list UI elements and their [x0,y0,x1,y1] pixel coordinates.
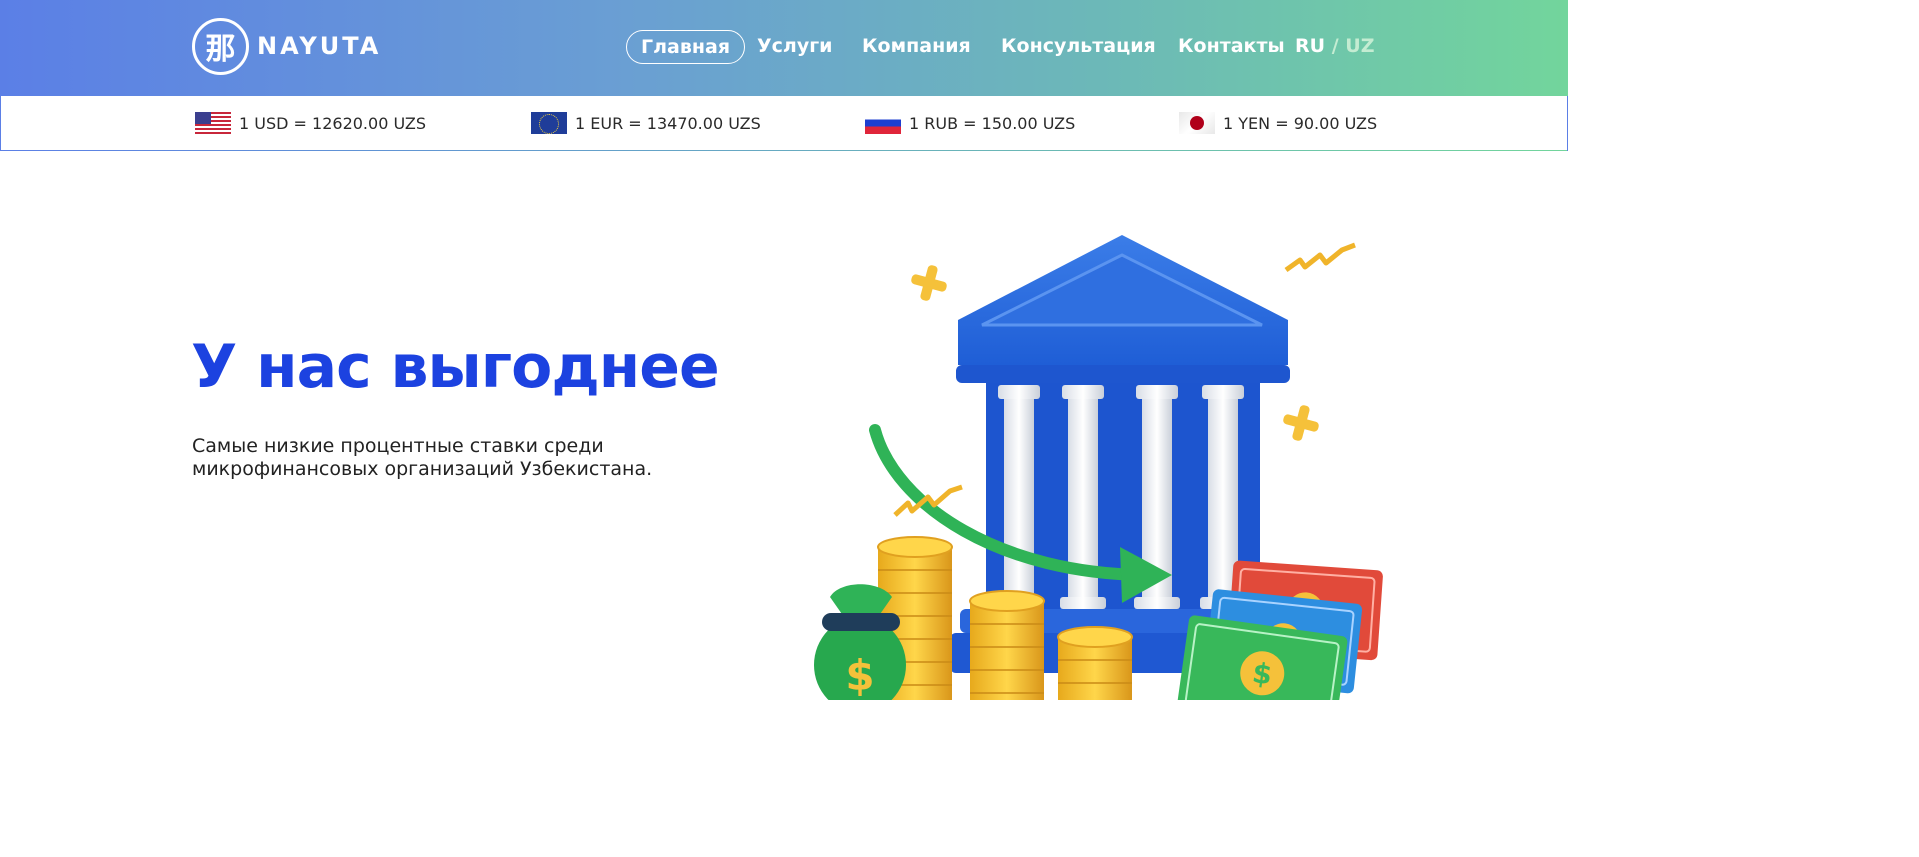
rate-rub-text: 1 RUB = 150.00 UZS [909,113,1076,133]
nav-item-contacts[interactable]: Контакты [1178,30,1285,64]
us-flag-icon [195,112,231,134]
nav-item-home[interactable]: Главная [626,30,746,64]
lang-uz[interactable]: UZ [1345,35,1374,57]
jp-flag-icon [1179,112,1215,134]
lang-separator: / [1331,35,1339,57]
rate-yen: 1 YEN = 90.00 UZS [1179,112,1377,134]
language-switcher: RU / UZ [1295,30,1374,64]
rate-usd-text: 1 USD = 12620.00 UZS [239,113,427,133]
lang-ru[interactable]: RU [1295,35,1325,57]
main-nav: Главная Услуги Компания Консультация Кон… [0,30,1568,64]
rate-yen-text: 1 YEN = 90.00 UZS [1223,113,1378,133]
nav-item-company[interactable]: Компания [862,30,971,64]
eu-flag-icon [531,112,567,134]
bank-money-illustration-icon: $ $ [814,235,1383,732]
currency-rates-bar: 1 USD = 12620.00 UZS 1 EUR = 13470.00 UZ… [0,96,1568,151]
rate-eur-text: 1 EUR = 13470.00 UZS [575,113,761,133]
nav-item-services[interactable]: Услуги [757,30,832,64]
site-header: 那 NAYUTA Главная Услуги Компания Консуль… [0,0,1568,96]
bank-illustration: $ $ [800,225,1390,732]
rate-rub: 1 RUB = 150.00 UZS [865,112,1075,134]
hero-subtitle: Самые низкие процентные ставки среди мик… [192,435,653,480]
ru-flag-icon [865,112,901,134]
rate-eur: 1 EUR = 13470.00 UZS [531,112,761,134]
svg-text:$: $ [845,651,874,700]
hero-title: У нас выгоднее [191,332,720,402]
nav-item-consultation[interactable]: Консультация [1001,30,1156,64]
rate-usd: 1 USD = 12620.00 UZS [195,112,426,134]
